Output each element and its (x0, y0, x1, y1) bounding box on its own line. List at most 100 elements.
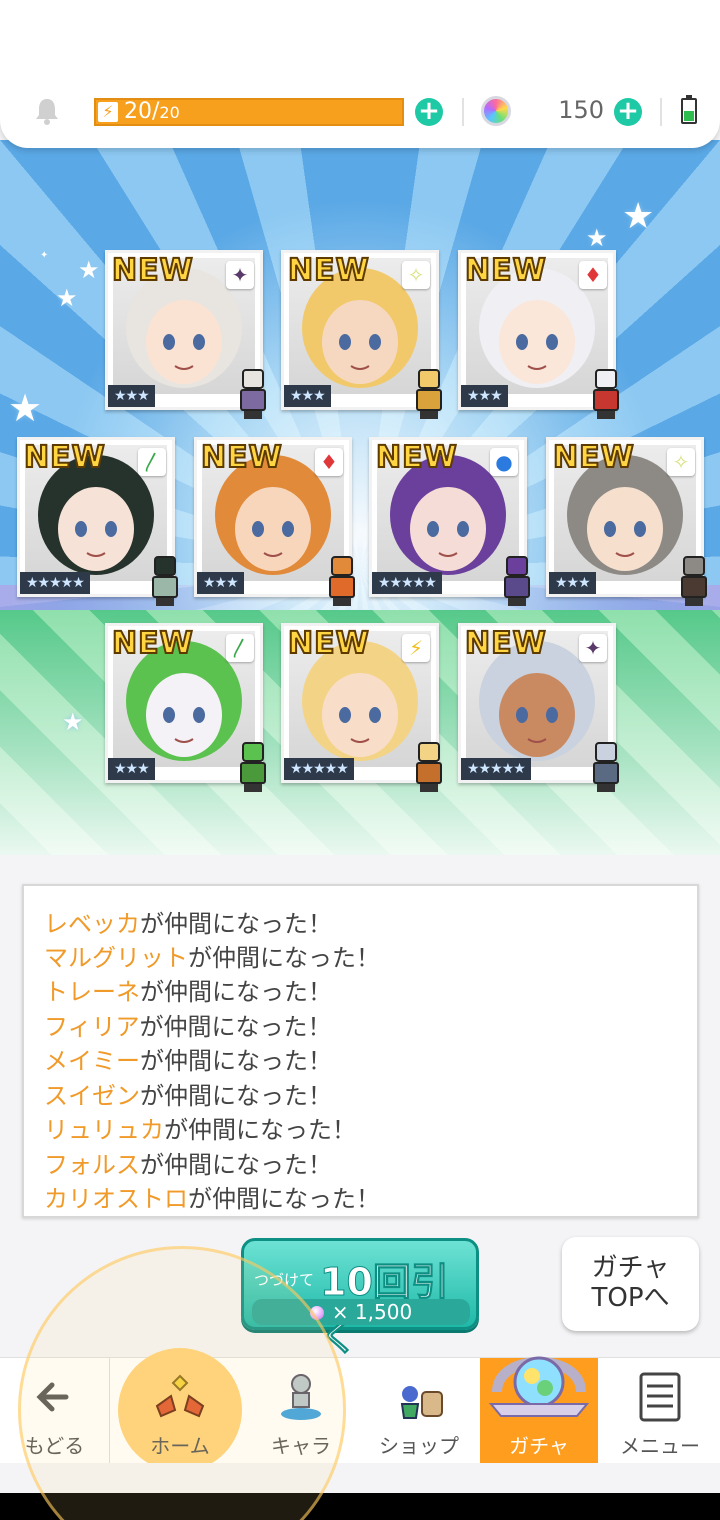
rarity-stars: ★★★ (197, 572, 244, 594)
new-label: NEW (287, 252, 370, 289)
pixel-sprite (585, 740, 627, 792)
pixel-sprite (144, 554, 186, 606)
star-icon: ★ (586, 224, 608, 252)
nav-chara[interactable]: キャラ (242, 1358, 360, 1464)
log-suffix: が仲間になった！ (140, 1082, 332, 1110)
new-label: NEW (111, 625, 194, 662)
character-card[interactable]: NEW ● ★★★★★ (369, 437, 530, 606)
character-card[interactable]: NEW 〳 ★★★★★ (17, 437, 178, 606)
character-card[interactable]: NEW ✦ ★★★★★ (458, 623, 619, 792)
bell-icon[interactable] (32, 96, 62, 126)
fire-element-icon: ♦ (315, 448, 343, 476)
log-line: マルグリットが仲間になった！ (44, 938, 380, 973)
rarity-stars: ★★★ (461, 385, 508, 407)
log-line: トレーネが仲間になった！ (44, 972, 332, 1007)
pixel-sprite (232, 367, 274, 419)
log-line: レベッカが仲間になった！ (44, 904, 332, 939)
new-label: NEW (552, 439, 635, 476)
character-card[interactable]: NEW 〳 ★★★ (105, 623, 266, 792)
rarity-stars: ★★★ (108, 385, 155, 407)
status-header: ⚡ 20/20 + 150 + (0, 0, 720, 148)
character-card[interactable]: NEW ✧ ★★★ (546, 437, 707, 606)
log-line: カリオストロが仲間になった！ (44, 1179, 380, 1214)
star-icon: ★ (56, 284, 78, 312)
character-card[interactable]: NEW ✧ ★★★ (281, 250, 442, 419)
character-card[interactable]: NEW ✦ ★★★ (105, 250, 266, 419)
nav-home[interactable]: ホーム (118, 1348, 242, 1472)
pixel-sprite (321, 554, 363, 606)
shop-icon (400, 1386, 443, 1419)
log-suffix: が仲間になった！ (140, 910, 332, 938)
log-line: フィリアが仲間になった！ (44, 1007, 332, 1042)
pixel-sprite (496, 554, 538, 606)
gacha-top-line2: TOPへ (591, 1283, 670, 1313)
log-suffix: が仲間になった！ (140, 978, 332, 1006)
nav-chara-label: キャラ (271, 1434, 331, 1458)
character-card[interactable]: NEW ♦ ★★★ (194, 437, 355, 606)
nav-shop-label: ショップ (379, 1434, 459, 1458)
light-element-icon: ✧ (402, 261, 430, 289)
pull-10-button[interactable]: つづけて 10回引く × 1,500 (241, 1238, 479, 1360)
rarity-stars: ★★★ (284, 385, 331, 407)
character-name: スイゼン (44, 1082, 140, 1110)
light-element-icon: ✧ (667, 448, 695, 476)
log-suffix: が仲間になった！ (188, 1185, 380, 1213)
system-bar (0, 1493, 720, 1520)
nav-menu[interactable]: メニュー (600, 1358, 720, 1464)
gem-orb-icon (309, 1306, 324, 1320)
stamina-max: 20 (159, 103, 180, 122)
character-name: フィリア (44, 1013, 140, 1041)
pull-cost-value: × 1,500 (331, 1300, 413, 1324)
rarity-stars: ★★★ (108, 758, 155, 780)
nav-shop[interactable]: ショップ (360, 1358, 478, 1464)
pixel-sprite (408, 367, 450, 419)
wind-element-icon: 〳 (226, 634, 254, 662)
star-icon: ★ (62, 708, 84, 736)
character-icon (281, 1374, 321, 1420)
back-arrow-icon (35, 1382, 68, 1412)
recruit-log: レベッカが仲間になった！ マルグリットが仲間になった！ トレーネが仲間になった！ フィ… (22, 884, 699, 1218)
stamina-text: 20/20 (124, 99, 180, 124)
stamina-current: 20 (124, 99, 152, 124)
add-gem-button[interactable]: + (614, 98, 642, 126)
star-icon: ★ (78, 256, 100, 284)
rarity-stars: ★★★★★ (284, 758, 354, 780)
pixel-sprite (673, 554, 715, 606)
home-icon (155, 1374, 205, 1418)
nav-gacha-label: ガチャ (509, 1434, 569, 1458)
bottom-spacer (0, 1463, 720, 1493)
battery-icon (681, 95, 697, 124)
rarity-stars: ★★★★★ (20, 572, 90, 594)
character-card[interactable]: NEW ⚡ ★★★★★ (281, 623, 442, 792)
log-suffix: が仲間になった！ (140, 1047, 332, 1075)
dark-element-icon: ✦ (226, 261, 254, 289)
gacha-top-line1: ガチャ (591, 1253, 670, 1283)
pixel-sprite (408, 740, 450, 792)
nav-menu-label: メニュー (620, 1434, 700, 1458)
water-element-icon: ● (490, 448, 518, 476)
character-card[interactable]: NEW ♦ ★★★ (458, 250, 619, 419)
pull-cost: × 1,500 (252, 1299, 470, 1325)
star-icon: ★ (8, 386, 43, 430)
log-suffix: が仲間になった！ (164, 1116, 356, 1144)
nav-home-label: ホーム (150, 1434, 210, 1458)
log-line: スイゼンが仲間になった！ (44, 1076, 332, 1111)
rarity-stars: ★★★★★ (372, 572, 442, 594)
nav-back[interactable]: もどる (0, 1358, 110, 1464)
new-label: NEW (23, 439, 106, 476)
pull-prefix: つづけて (254, 1271, 315, 1289)
character-name: カリオストロ (44, 1185, 188, 1213)
new-label: NEW (200, 439, 283, 476)
sparkle-icon: ✦ (40, 250, 49, 261)
gem-count: 150 (558, 96, 604, 124)
nav-gacha[interactable]: ガチャ (480, 1356, 598, 1464)
new-label: NEW (464, 252, 547, 289)
character-name: レベッカ (44, 910, 140, 938)
rarity-stars: ★★★ (549, 572, 596, 594)
fire-element-icon: ♦ (579, 261, 607, 289)
thunder-element-icon: ⚡ (402, 634, 430, 662)
rarity-stars: ★★★★★ (461, 758, 531, 780)
add-stamina-button[interactable]: + (415, 98, 443, 126)
gacha-top-button[interactable]: ガチャ TOPへ (562, 1237, 699, 1331)
log-suffix: が仲間になった！ (140, 1151, 332, 1179)
